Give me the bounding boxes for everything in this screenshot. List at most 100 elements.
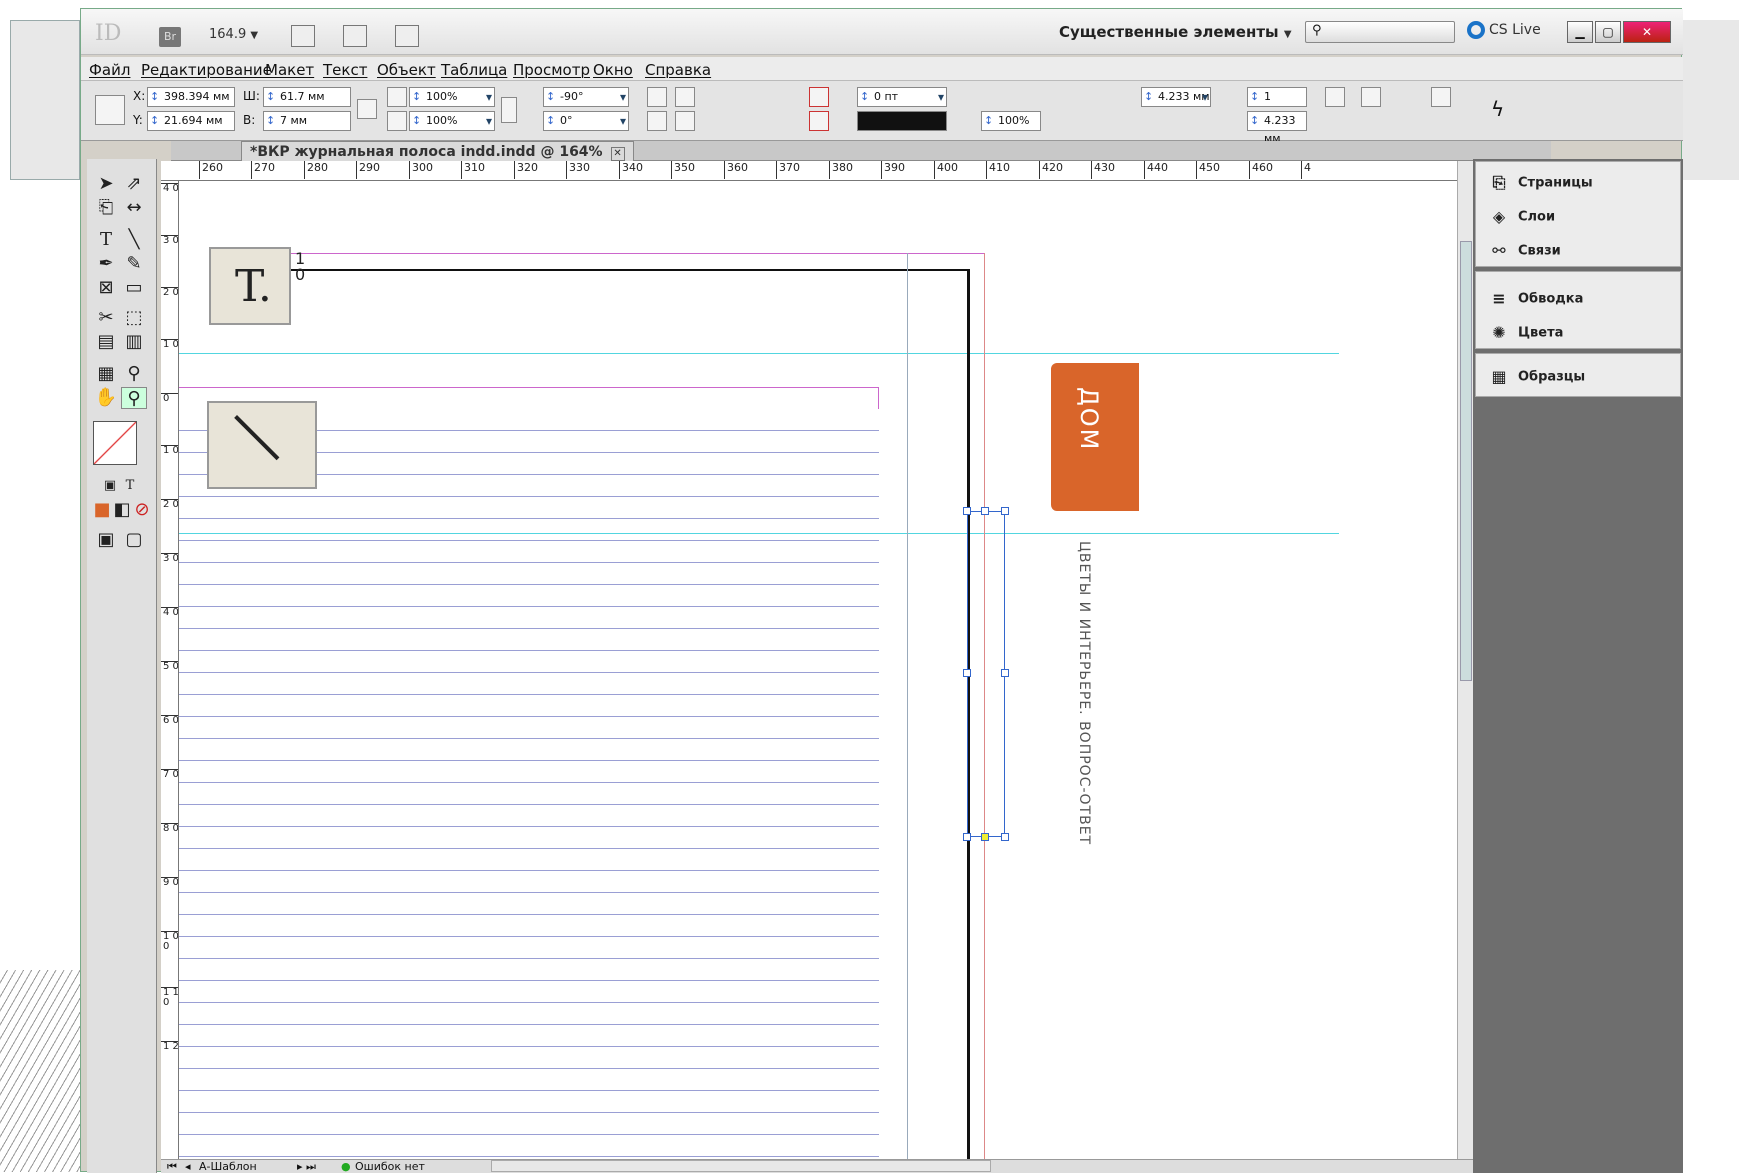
menu-file[interactable]: Файл bbox=[89, 61, 130, 79]
menu-window[interactable]: Окно bbox=[593, 61, 633, 79]
page-selector[interactable]: А-Шаблон bbox=[199, 1160, 257, 1173]
gradient-feather-tool-icon[interactable]: ▥ bbox=[121, 331, 147, 353]
rectangle-tool-icon[interactable]: ▭ bbox=[121, 277, 147, 299]
arrange-documents-icon[interactable] bbox=[395, 25, 419, 47]
swatches-icon: ▦ bbox=[1491, 367, 1507, 386]
document-canvas[interactable]: T. 10 ДОМ ЦВЕТЫ И ИНТЕРЬЕРЕ. ВОПРОС-ОТВЕ… bbox=[179, 181, 1457, 1159]
menu-table[interactable]: Таблица bbox=[441, 61, 507, 79]
scissors-tool-icon[interactable]: ✂ bbox=[93, 307, 119, 329]
vertical-scrollbar[interactable] bbox=[1457, 161, 1473, 1161]
panel-pages[interactable]: ⎘ Страницы bbox=[1488, 174, 1593, 192]
note-tool-icon[interactable]: ▦ bbox=[93, 363, 119, 385]
hand-tool-icon[interactable]: ✋ bbox=[93, 387, 119, 409]
vertical-text-frame[interactable] bbox=[967, 511, 1005, 837]
bridge-button[interactable]: Br bbox=[159, 27, 181, 47]
eyedropper-tool-icon[interactable]: ⚲ bbox=[121, 363, 147, 385]
menu-type[interactable]: Текст bbox=[323, 61, 367, 79]
selection-handle[interactable] bbox=[1001, 507, 1009, 515]
flip-horizontal-icon[interactable] bbox=[647, 111, 667, 131]
out-port-handle[interactable] bbox=[981, 833, 989, 841]
panel-stroke[interactable]: ≡ Обводка bbox=[1488, 290, 1583, 308]
panel-color[interactable]: ✺ Цвета bbox=[1488, 324, 1563, 342]
opacity-field[interactable]: 100% bbox=[981, 111, 1041, 131]
text-frame-options-icon[interactable] bbox=[1431, 87, 1451, 107]
selection-handle[interactable] bbox=[1001, 833, 1009, 841]
prev-page-icon[interactable]: ◂ bbox=[185, 1160, 191, 1173]
scale-x-field[interactable]: 100% bbox=[409, 87, 495, 107]
pen-tool-icon[interactable]: ✒ bbox=[93, 253, 119, 275]
inset-field[interactable]: 4.233 мм bbox=[1141, 87, 1211, 107]
document-tab[interactable]: *ВКР журнальная полоса indd.indd @ 164% ✕ bbox=[241, 141, 634, 161]
horizontal-scrollbar[interactable] bbox=[491, 1160, 991, 1172]
view-options-icon[interactable] bbox=[291, 25, 315, 47]
search-input[interactable]: ⚲ bbox=[1305, 21, 1455, 43]
preflight-status[interactable]: Ошибок нет bbox=[355, 1160, 425, 1173]
screen-mode-icon[interactable] bbox=[343, 25, 367, 47]
rotate-ccw-icon[interactable] bbox=[675, 87, 695, 107]
pencil-tool-icon[interactable]: ✎ bbox=[121, 253, 147, 275]
y-field[interactable]: 21.694 мм bbox=[147, 111, 235, 131]
gradient-tool-icon[interactable]: ▤ bbox=[93, 331, 119, 353]
selection-handle[interactable] bbox=[981, 507, 989, 515]
selection-handle[interactable] bbox=[963, 833, 971, 841]
section-tab-dom[interactable]: ДОМ bbox=[1051, 363, 1139, 511]
width-field[interactable]: 61.7 мм bbox=[263, 87, 351, 107]
selection-handle[interactable] bbox=[1001, 669, 1009, 677]
menu-object[interactable]: Объект bbox=[377, 61, 436, 79]
reference-point-icon[interactable] bbox=[95, 95, 125, 125]
height-field[interactable]: 7 мм bbox=[263, 111, 351, 131]
align-left-icon[interactable] bbox=[1325, 87, 1345, 107]
direct-selection-tool-icon[interactable]: ⇗ bbox=[121, 173, 147, 195]
rotation-field[interactable]: -90° bbox=[543, 87, 629, 107]
rectangle-frame-tool-icon[interactable]: ⊠ bbox=[93, 277, 119, 299]
shear-field[interactable]: 0° bbox=[543, 111, 629, 131]
selection-handle[interactable] bbox=[963, 669, 971, 677]
lightning-icon[interactable]: ϟ bbox=[1491, 97, 1504, 121]
link-icon[interactable] bbox=[501, 97, 517, 123]
normal-view-icon[interactable]: ▣ bbox=[93, 529, 119, 551]
ruler-tick: 1 0 bbox=[161, 339, 179, 350]
cs-live-button[interactable]: CS Live bbox=[1467, 21, 1541, 39]
stroke-swatch-icon[interactable] bbox=[809, 111, 829, 131]
menu-view[interactable]: Просмотр bbox=[513, 61, 590, 79]
fill-stroke-icon[interactable] bbox=[93, 421, 137, 465]
formatting-text-icon[interactable]: T bbox=[117, 475, 143, 497]
scrollbar-thumb[interactable] bbox=[1460, 241, 1472, 681]
close-icon[interactable]: ✕ bbox=[610, 147, 625, 161]
preview-view-icon[interactable]: ▢ bbox=[121, 529, 147, 551]
zoom-level[interactable]: 164.9 ▼ bbox=[209, 27, 258, 42]
flip-vertical-icon[interactable] bbox=[675, 111, 695, 131]
panel-links[interactable]: ⚯ Связи bbox=[1488, 242, 1560, 260]
menu-layout[interactable]: Макет bbox=[265, 61, 314, 79]
zoom-tool-icon[interactable]: ⚲ bbox=[121, 387, 147, 409]
selection-handle[interactable] bbox=[963, 507, 971, 515]
type-tool-icon[interactable]: T bbox=[93, 229, 119, 251]
rotate-cw-icon[interactable] bbox=[647, 87, 667, 107]
color-icon: ✺ bbox=[1492, 323, 1506, 342]
panel-swatches[interactable]: ▦ Образцы bbox=[1488, 368, 1585, 386]
constrain-proportions-icon[interactable] bbox=[357, 99, 377, 119]
line-tool-icon[interactable]: ╲ bbox=[121, 229, 147, 251]
x-field[interactable]: 398.394 мм bbox=[147, 87, 235, 107]
workspace-switcher[interactable]: Существенные элементы ▼ bbox=[1059, 23, 1292, 41]
minimize-button[interactable]: ▁ bbox=[1567, 21, 1593, 43]
fill-swatch-icon[interactable] bbox=[809, 87, 829, 107]
gap-tool-icon[interactable]: ↔ bbox=[121, 197, 147, 219]
stroke-weight-field[interactable]: 0 пт bbox=[857, 87, 947, 107]
column-gutter-field[interactable]: 4.233 мм bbox=[1247, 111, 1307, 145]
close-button[interactable]: ✕ bbox=[1623, 21, 1671, 43]
apply-none-icon[interactable]: ⊘ bbox=[129, 499, 155, 521]
selection-tool-icon[interactable]: ➤ bbox=[93, 173, 119, 195]
panel-layers[interactable]: ◈ Слои bbox=[1488, 208, 1555, 226]
line-tool-callout bbox=[207, 401, 317, 489]
stroke-type-select[interactable] bbox=[857, 111, 947, 131]
panel-dock: ⎘ Страницы ◈ Слои ⚯ Связи ≡ Обводка ✺ Цвета ▦… bbox=[1473, 159, 1683, 1173]
page-tool-icon[interactable]: ⎗ bbox=[93, 197, 119, 219]
columns-field[interactable]: 1 bbox=[1247, 87, 1307, 107]
scale-y-field[interactable]: 100% bbox=[409, 111, 495, 131]
menu-help[interactable]: Справка bbox=[645, 61, 711, 79]
maximize-button[interactable]: ▢ bbox=[1595, 21, 1621, 43]
menu-edit[interactable]: Редактирование bbox=[141, 61, 272, 79]
align-center-icon[interactable] bbox=[1361, 87, 1381, 107]
free-transform-tool-icon[interactable]: ⬚ bbox=[121, 307, 147, 329]
